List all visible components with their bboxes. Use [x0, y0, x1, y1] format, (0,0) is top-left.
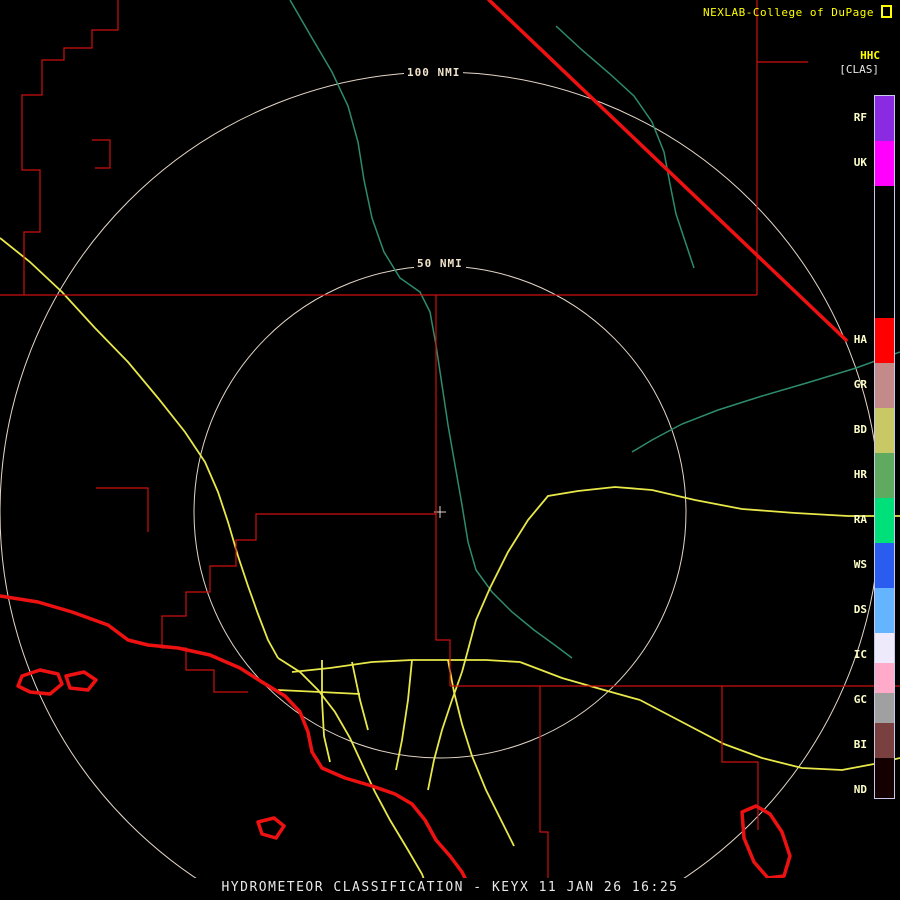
legend-label-uk: UK — [853, 156, 867, 169]
legend-label-ds: DS — [853, 603, 867, 616]
range-ring-label-100nmi: 100 NMI — [404, 66, 464, 79]
legend-label-bi: BI — [853, 738, 867, 751]
legend-label-ws: WS — [853, 558, 867, 571]
cod-logo-icon — [881, 5, 892, 18]
legend-segment — [875, 663, 894, 693]
legend-label-ic: IC — [853, 648, 867, 661]
island — [16, 668, 64, 696]
state-line-diagonal — [487, 0, 848, 342]
legend-segment — [875, 588, 894, 633]
legend-segment — [875, 318, 894, 363]
legend-colorbar — [874, 95, 895, 799]
legend-segment — [875, 141, 894, 186]
legend-segment — [875, 186, 894, 318]
range-rings — [0, 71, 881, 900]
legend-segment — [875, 758, 894, 798]
legend-segment — [875, 723, 894, 758]
legend-segment — [875, 453, 894, 498]
range-ring-label-50nmi: 50 NMI — [414, 257, 466, 270]
island — [256, 816, 286, 840]
product-code-label: HHC — [860, 49, 880, 62]
state-border-lines — [0, 0, 848, 900]
legend-segment — [875, 693, 894, 723]
legend-segment — [875, 96, 894, 141]
legend-label-bd: BD — [853, 423, 867, 436]
legend-label-gc: GC — [853, 693, 867, 706]
coastline — [0, 594, 476, 900]
legend-label-ra: RA — [853, 513, 867, 526]
legend-segment — [875, 363, 894, 408]
legend-segment — [875, 543, 894, 588]
legend-label-gr: GR — [853, 378, 867, 391]
app-title: NEXLAB-College of DuPage — [703, 6, 874, 19]
island — [740, 804, 792, 880]
radar-display: NEXLAB-College of DuPage HHC [CLAS] 100 … — [0, 0, 900, 900]
legend-label-rf: RF — [853, 111, 867, 124]
legend-label-hr: HR — [853, 468, 867, 481]
legend-segment — [875, 633, 894, 663]
product-tag-label: [CLAS] — [839, 63, 879, 76]
status-bar: HYDROMETEOR CLASSIFICATION - KEYX 11 JAN… — [0, 878, 900, 900]
legend-segment — [875, 408, 894, 453]
highway-lines — [0, 237, 900, 897]
legend-label-ha: HA — [853, 333, 867, 346]
county-lines — [0, 0, 900, 900]
island — [64, 670, 98, 692]
radar-map — [0, 0, 900, 900]
legend-label-nd: ND — [853, 783, 867, 796]
legend-segment — [875, 498, 894, 543]
